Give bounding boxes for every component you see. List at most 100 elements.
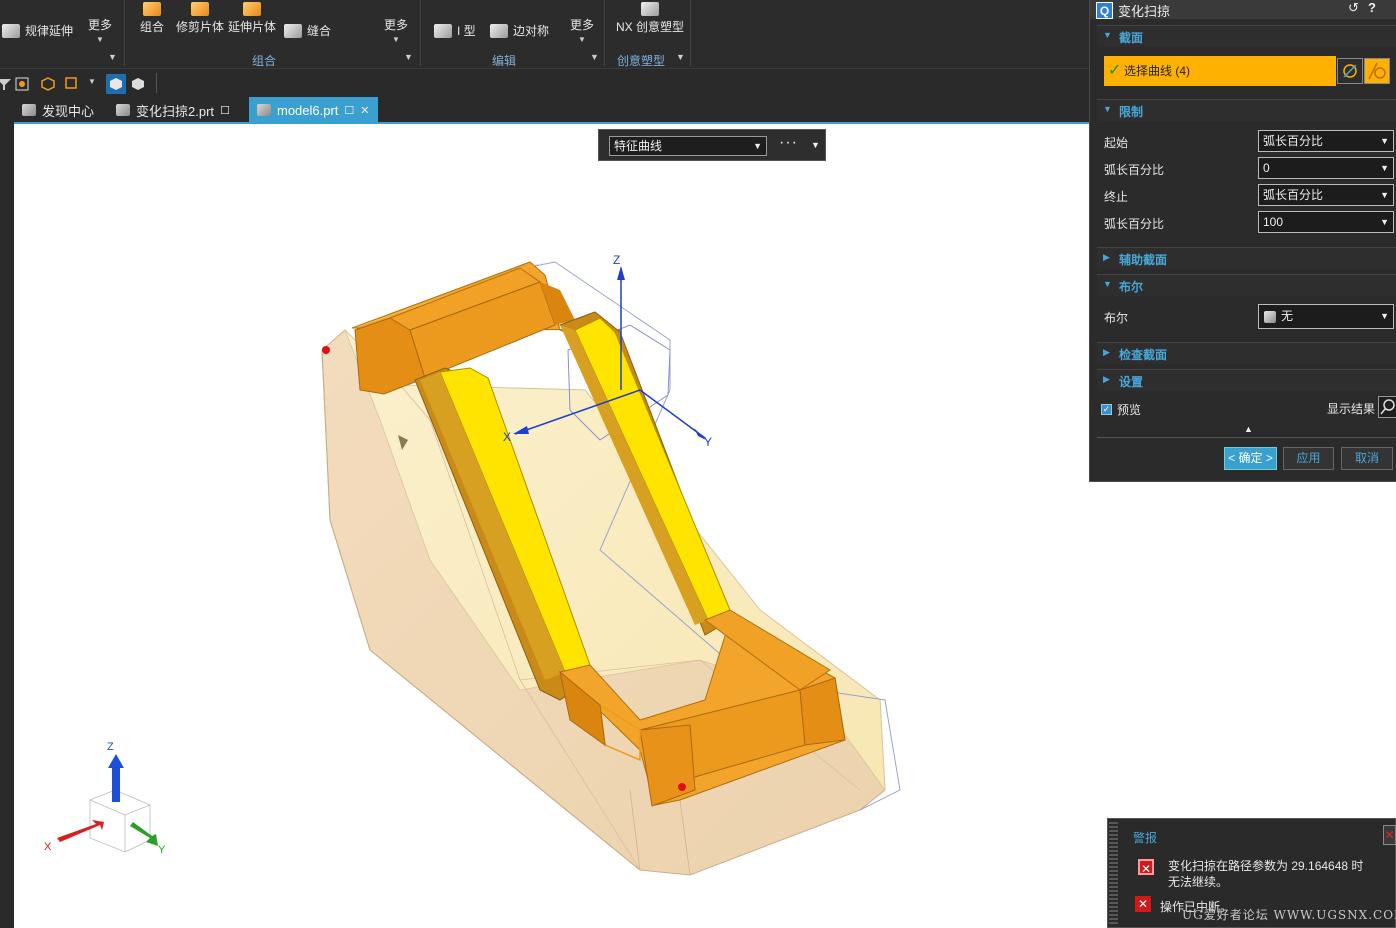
section-header-aux-section[interactable]: ▶ 辅助截面	[1097, 247, 1396, 269]
part-file-icon	[257, 104, 271, 116]
boolean-label: 布尔	[1104, 311, 1129, 325]
show-result-button[interactable]	[1378, 396, 1396, 418]
law-extend-icon	[2, 23, 20, 38]
triad-x-label: X	[44, 841, 52, 853]
more-caret-icon: ▼	[578, 35, 586, 44]
wcs-y-label: Y	[704, 435, 712, 449]
dropdown-arrow-icon: ▼	[753, 141, 762, 151]
ribbon-separator	[604, 0, 605, 66]
section-header-boolean[interactable]: ▼ 布尔	[1097, 274, 1396, 296]
combine-group-caret-icon[interactable]: ▼	[404, 52, 413, 62]
checkbox-checked-icon: ✓	[1101, 404, 1112, 415]
creative-group-caret-icon[interactable]: ▼	[676, 52, 685, 62]
trim-sheet-button[interactable]: 修剪片体	[176, 2, 224, 35]
boolean-select[interactable]: 无 ▼	[1258, 304, 1394, 329]
select-curve-row[interactable]: ✓ 选择曲线 (4)	[1104, 56, 1336, 86]
tab-discovery-center[interactable]: 发现中心	[14, 97, 102, 123]
i-type-icon	[434, 23, 452, 38]
snap-point-icon[interactable]	[14, 76, 30, 92]
tab-model6[interactable]: model6.prt ☐ ✕	[249, 97, 378, 123]
left-group-caret-icon[interactable]: ▼	[108, 52, 117, 62]
select-caret-icon[interactable]: ▼	[88, 77, 96, 86]
model-scene[interactable]: Z X Y Z X Y	[14, 124, 1089, 928]
expand-arrow-icon: ▼	[1103, 30, 1112, 40]
start-label: 起始	[1104, 136, 1129, 150]
nx-creative-icon	[641, 2, 659, 16]
section-header-limits[interactable]: ▼ 限制	[1097, 99, 1396, 121]
dropdown-arrow-icon: ▼	[1380, 217, 1389, 227]
combine-more-button[interactable]: 更多 ▼	[384, 16, 408, 44]
expand-arrow-icon: ▼	[1103, 279, 1112, 289]
discovery-icon	[22, 104, 36, 116]
alert-drag-handle[interactable]	[1109, 822, 1118, 926]
section-header-settings[interactable]: ▶ 设置	[1097, 369, 1396, 391]
end-select[interactable]: 弧长百分比 ▼	[1258, 184, 1394, 206]
edge-symmetric-icon	[490, 23, 508, 38]
preview-checkbox[interactable]: ✓ 预览	[1101, 401, 1141, 418]
funnel-icon[interactable]	[0, 76, 12, 92]
triad-y-label: Y	[158, 844, 166, 856]
curve-rule-icon[interactable]	[1364, 58, 1390, 84]
section-header-section[interactable]: ▼ 截面	[1097, 25, 1396, 47]
tab-edit-icon[interactable]: ☐	[344, 104, 354, 117]
selection-bar-caret-icon[interactable]: ▼	[811, 140, 820, 150]
help-icon[interactable]: ?	[1368, 0, 1376, 15]
select-region-icon[interactable]	[64, 76, 80, 92]
error-icon: ✕	[1138, 859, 1154, 876]
selection-bar: 特征曲线 ▼ ··· ▼	[598, 129, 826, 161]
start-select[interactable]: 弧长百分比 ▼	[1258, 130, 1394, 152]
ok-button[interactable]: < 确定 >	[1224, 447, 1277, 470]
extend-sheet-button[interactable]: 延伸片体	[228, 2, 276, 35]
sew-button[interactable]: 缝合	[284, 22, 331, 39]
trim-sheet-icon	[191, 2, 209, 16]
tab-close-icon[interactable]: ✕	[360, 104, 369, 117]
shaded-view-icon[interactable]	[106, 74, 126, 94]
edge-symmetric-button[interactable]: 边对称	[490, 22, 549, 39]
graphics-viewport[interactable]: Z X Y Z X Y	[14, 124, 1089, 928]
collapse-arrow-icon[interactable]: ▲	[1244, 424, 1253, 434]
start-point-marker[interactable]	[322, 346, 330, 354]
show-result-label: 显示结果	[1327, 402, 1376, 416]
end-arc-percent-field[interactable]: 100 ▼	[1258, 211, 1394, 233]
dropdown-arrow-icon: ▼	[1380, 136, 1389, 146]
alert-close-icon[interactable]: ✕	[1383, 825, 1396, 845]
type-filter-dropdown[interactable]: 特征曲线 ▼	[609, 136, 767, 156]
collapsed-arrow-icon: ▶	[1103, 374, 1110, 384]
wcs-z-label: Z	[613, 253, 620, 267]
dropdown-arrow-icon: ▼	[1380, 190, 1389, 200]
wcs-x-label: X	[503, 430, 511, 444]
end-label: 终止	[1104, 190, 1129, 204]
triad-z-label: Z	[107, 741, 114, 753]
i-type-button[interactable]: I 型	[434, 22, 476, 39]
left-more-button[interactable]: 更多 ▼	[88, 16, 112, 44]
dropdown-arrow-icon: ▼	[1380, 311, 1389, 321]
dropdown-arrow-icon: ▼	[1380, 163, 1389, 173]
check-icon: ✓	[1108, 62, 1122, 79]
tab-variational-sweep-2[interactable]: 变化扫掠2.prt ☐	[108, 97, 238, 123]
more-options-button[interactable]: ···	[779, 134, 798, 152]
reset-icon[interactable]: ↺	[1348, 0, 1359, 16]
start-arc-percent-field[interactable]: 0 ▼	[1258, 157, 1394, 179]
dialog-titlebar[interactable]: Q 变化扫掠 ↺ ?	[1090, 0, 1396, 19]
end-arc-percent-label: 弧长百分比	[1104, 217, 1165, 231]
cancel-button[interactable]: 取消	[1341, 447, 1393, 470]
nx-creative-button[interactable]: NX 创意塑型	[616, 2, 684, 35]
start-arc-percent-label: 弧长百分比	[1104, 163, 1165, 177]
law-extend-button[interactable]: 规律延伸	[2, 22, 73, 39]
collapsed-arrow-icon: ▶	[1103, 252, 1110, 262]
wireframe-view-icon[interactable]	[130, 76, 146, 92]
combine-button[interactable]: 组合	[140, 2, 164, 35]
end-point-marker[interactable]	[678, 783, 686, 791]
view-triad[interactable]: Z X Y	[44, 741, 166, 856]
tab-edit-icon[interactable]: ☐	[220, 104, 230, 117]
section-header-check-section[interactable]: ▶ 检查截面	[1097, 342, 1396, 364]
extend-sheet-icon	[243, 2, 261, 16]
box-select-icon[interactable]	[40, 76, 56, 92]
edit-group-caret-icon[interactable]: ▼	[590, 52, 599, 62]
ribbon-separator	[690, 0, 691, 66]
edit-group-label: 编辑	[492, 54, 517, 68]
dialog-divider	[1097, 437, 1396, 438]
edit-more-button[interactable]: 更多 ▼	[570, 16, 594, 44]
reverse-direction-icon[interactable]	[1337, 58, 1363, 84]
apply-button[interactable]: 应用	[1283, 447, 1334, 470]
